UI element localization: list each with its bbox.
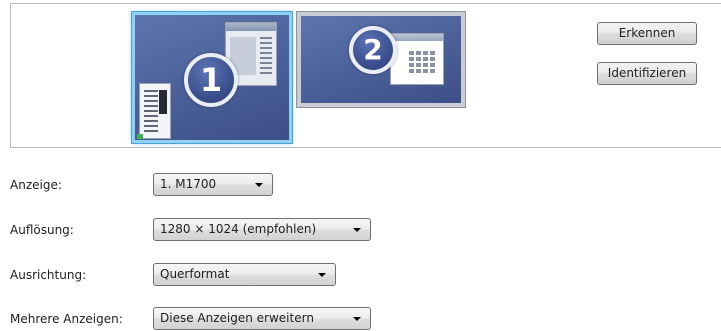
start-button-icon bbox=[137, 134, 143, 139]
detect-button[interactable]: Erkennen bbox=[597, 22, 697, 45]
identify-button[interactable]: Identifizieren bbox=[597, 62, 697, 85]
resolution-select-value: 1280 × 1024 (empfohlen) bbox=[160, 222, 317, 236]
multiple-displays-label: Mehrere Anzeigen: bbox=[10, 312, 123, 326]
chevron-down-icon bbox=[318, 273, 326, 277]
orientation-label: Ausrichtung: bbox=[10, 268, 87, 282]
window-thumbnail bbox=[139, 83, 171, 139]
display-select[interactable]: 1. M1700 bbox=[153, 173, 273, 196]
display-label: Anzeige: bbox=[10, 178, 62, 192]
display-select-value: 1. M1700 bbox=[160, 177, 217, 191]
resolution-label: Auflösung: bbox=[10, 223, 74, 237]
window-thumbnail bbox=[390, 33, 444, 85]
orientation-select-value: Querformat bbox=[160, 267, 230, 281]
multiple-displays-select[interactable]: Diese Anzeigen erweitern bbox=[153, 307, 371, 330]
orientation-select[interactable]: Querformat bbox=[153, 263, 336, 286]
resolution-select[interactable]: 1280 × 1024 (empfohlen) bbox=[153, 218, 371, 241]
monitor-1-number: 1 bbox=[184, 53, 238, 107]
monitor-1[interactable]: 1 bbox=[131, 11, 293, 144]
chevron-down-icon bbox=[353, 228, 361, 232]
monitor-2-number: 2 bbox=[349, 26, 397, 74]
monitor-2[interactable]: 2 bbox=[296, 11, 466, 108]
multiple-displays-select-value: Diese Anzeigen erweitern bbox=[160, 311, 314, 325]
chevron-down-icon bbox=[255, 183, 263, 187]
chevron-down-icon bbox=[353, 317, 361, 321]
